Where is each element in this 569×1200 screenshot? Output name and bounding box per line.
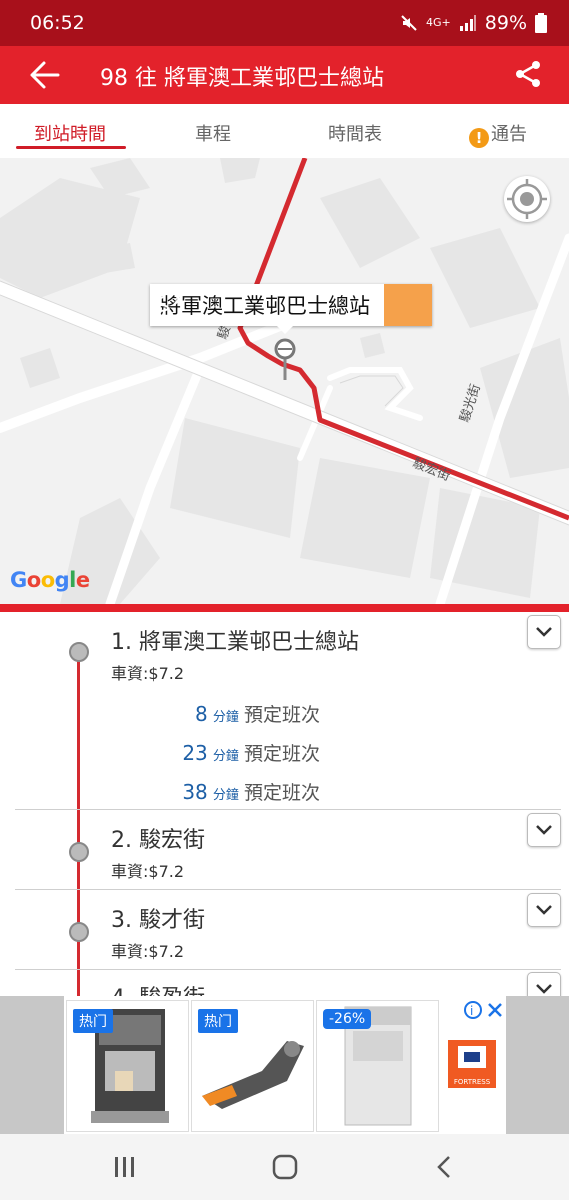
callout-stop-name: 將軍澳工業邨巴士總站	[160, 294, 370, 318]
stop-name: 2. 駿宏街	[111, 828, 205, 853]
my-location-button[interactable]	[504, 176, 550, 222]
tab-journey[interactable]: 車程	[195, 120, 231, 146]
hot-badge: 热门	[73, 1009, 113, 1033]
expand-button[interactable]	[527, 615, 561, 649]
stop-name: 1. 將軍澳工業邨巴士總站	[111, 630, 359, 655]
stop-fare: 車資:$7.2	[111, 664, 185, 683]
ad-card-coffee-machine[interactable]: 热门	[66, 1000, 189, 1132]
divider	[15, 889, 561, 890]
status-time: 06:52	[30, 12, 85, 34]
eta-minutes: 23	[182, 741, 208, 765]
divider	[15, 969, 561, 970]
alert-icon: !	[469, 128, 489, 148]
street-view-button[interactable]	[151, 284, 432, 326]
svg-text:i: i	[470, 1004, 473, 1018]
eta-unit: 分鐘	[212, 788, 239, 803]
back-nav-icon[interactable]	[430, 1153, 460, 1181]
divider	[15, 809, 561, 810]
signal-icon	[459, 15, 476, 31]
stop-dot	[69, 642, 89, 662]
google-logo: Google	[10, 568, 90, 592]
eta-minutes: 8	[195, 702, 208, 726]
map-divider-bar	[0, 604, 569, 612]
expand-button[interactable]	[527, 813, 561, 847]
tab-notice-label: 通告	[491, 124, 527, 145]
status-bar: 06:52 4G+ 89%	[0, 0, 569, 46]
stop-name: 4. 駿盈街	[111, 980, 205, 996]
street-label-junguang: 駿光街	[458, 382, 484, 424]
chevron-down-icon	[536, 984, 552, 994]
battery-percent: 89%	[484, 12, 527, 34]
expand-button[interactable]	[527, 893, 561, 927]
crosshair-icon	[507, 179, 547, 219]
fortress-logo-icon	[458, 1046, 486, 1068]
stop-dot	[69, 922, 89, 942]
tab-notice[interactable]: ! 通告	[469, 120, 527, 148]
chevron-down-icon	[536, 627, 552, 637]
eta-label: 預定班次	[243, 743, 320, 765]
eta-row-3: 38 分鐘 預定班次	[120, 778, 320, 806]
ad-card-washing-machine[interactable]: -26%	[316, 1000, 439, 1132]
network-type: 4G+	[426, 16, 451, 29]
street-label-jun: 駿	[216, 324, 234, 341]
brand-name: FORTRESS	[453, 1078, 491, 1086]
stop-callout[interactable]: 將軍澳工業邨巴士總站	[150, 284, 432, 326]
brand-logo: FORTRESS	[448, 1040, 496, 1088]
eta-row-2: 23 分鐘 預定班次	[120, 739, 320, 767]
map-canvas: 駿宏街 駿光街 駿	[0, 158, 569, 604]
route-map[interactable]: 駿宏街 駿光街 駿 將軍澳工業邨巴士總站 Google	[0, 158, 569, 604]
system-nav-bar	[0, 1134, 569, 1200]
active-tab-indicator	[16, 146, 126, 149]
chevron-down-icon	[536, 825, 552, 835]
stop-list[interactable]: 1. 將軍澳工業邨巴士總站 車資:$7.2 8 分鐘 預定班次 23 分鐘 預定…	[0, 612, 569, 996]
expand-button[interactable]	[527, 972, 561, 996]
stop-fare: 車資:$7.2	[111, 862, 185, 881]
app-header: 98 往 將軍澳工業邨巴士總站	[0, 46, 569, 104]
tab-bar: 到站時間 車程 時間表 ! 通告	[0, 104, 569, 158]
discount-badge: -26%	[323, 1009, 372, 1029]
route-line	[77, 652, 80, 996]
eta-label: 預定班次	[243, 704, 320, 726]
recent-apps-icon[interactable]	[110, 1154, 140, 1180]
arrow-left-icon[interactable]	[28, 55, 60, 95]
eta-minutes: 38	[182, 780, 208, 804]
hot-badge: 热门	[198, 1009, 238, 1033]
street-view-icon	[151, 287, 181, 312]
eta-row-1: 8 分鐘 預定班次	[120, 700, 320, 728]
home-icon[interactable]	[270, 1153, 300, 1181]
page-title: 98 往 將軍澳工業邨巴士總站	[100, 66, 384, 91]
ad-banner[interactable]: 热门 热门 -26% FORTRESS i	[0, 996, 569, 1134]
status-icons: 4G+ 89%	[400, 12, 547, 34]
battery-icon	[535, 13, 547, 33]
eta-unit: 分鐘	[212, 749, 239, 764]
chevron-down-icon	[536, 905, 552, 915]
stop-name: 3. 駿才街	[111, 908, 205, 933]
stop-dot	[69, 842, 89, 862]
callout-pointer	[276, 325, 294, 334]
eta-unit: 分鐘	[212, 710, 239, 725]
eta-label: 預定班次	[243, 782, 320, 804]
tab-timetable[interactable]: 時間表	[328, 120, 382, 146]
tab-arrival-time[interactable]: 到站時間	[34, 120, 106, 146]
mute-icon	[401, 15, 417, 31]
ad-card-vacuum[interactable]: 热门	[191, 1000, 314, 1132]
share-icon[interactable]	[512, 58, 544, 90]
ad-choices-icon[interactable]: i	[464, 1000, 504, 1020]
ad-content[interactable]: 热门 热门 -26% FORTRESS i	[64, 996, 506, 1134]
stop-fare: 車資:$7.2	[111, 942, 185, 961]
